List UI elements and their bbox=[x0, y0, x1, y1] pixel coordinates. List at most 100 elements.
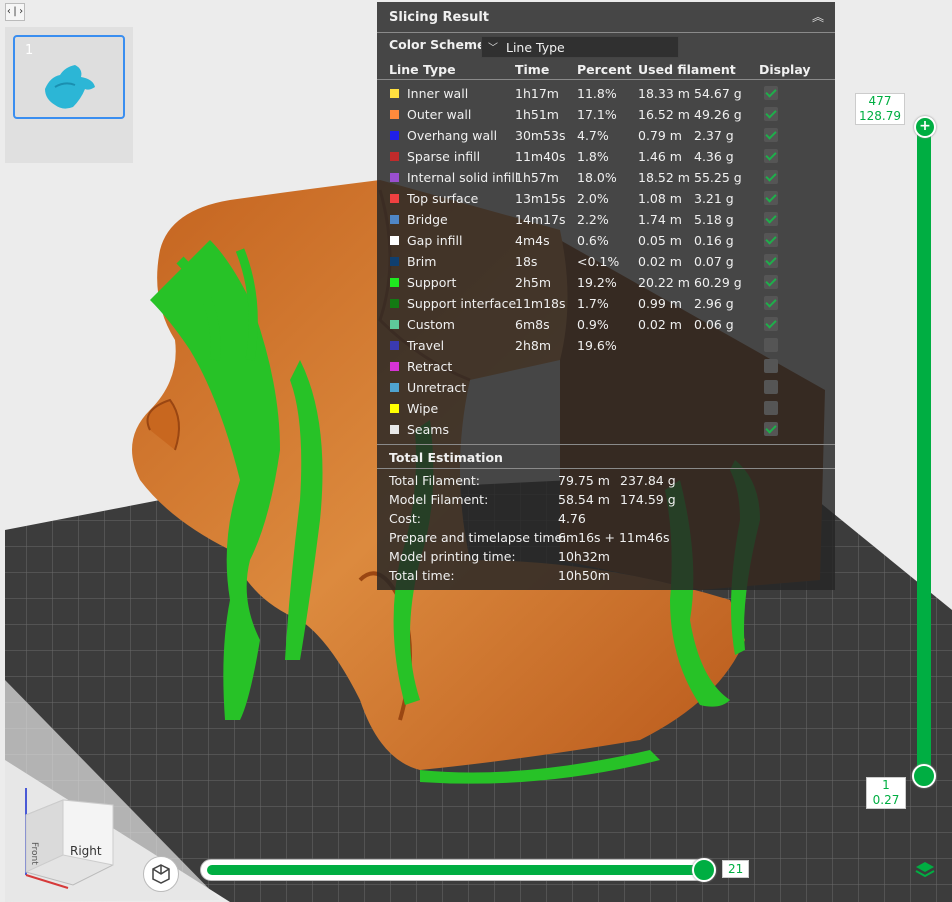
layer-slider-track[interactable] bbox=[917, 124, 931, 778]
line-weight: 0.06 g bbox=[694, 317, 734, 332]
display-checkbox[interactable] bbox=[764, 380, 778, 394]
line-length: 1.46 m bbox=[638, 149, 682, 164]
line-time: 30m53s bbox=[515, 128, 566, 143]
estimation-value: 4.76 bbox=[558, 511, 586, 526]
line-type-name: Travel bbox=[407, 338, 445, 353]
estimation-label: Model printing time: bbox=[389, 549, 516, 564]
panel-title: Slicing Result bbox=[389, 10, 490, 25]
color-swatch bbox=[390, 299, 399, 308]
layer-slider-bottom-label: 1 0.27 bbox=[866, 777, 906, 809]
header-line-type: Line Type bbox=[389, 62, 456, 77]
plate-thumbnail[interactable]: 1 bbox=[13, 35, 125, 119]
layers-icon[interactable] bbox=[913, 858, 937, 882]
display-checkbox[interactable] bbox=[764, 86, 778, 100]
plate-list: 1 bbox=[5, 27, 133, 163]
display-checkbox[interactable] bbox=[764, 233, 778, 247]
display-checkbox[interactable] bbox=[764, 212, 778, 226]
line-weight: 3.21 g bbox=[694, 191, 734, 206]
display-checkbox[interactable] bbox=[764, 401, 778, 415]
estimation-value-2: 237.84 g bbox=[620, 473, 676, 488]
top-layer-number: 477 bbox=[868, 94, 892, 108]
estimation-label: Total Filament: bbox=[389, 473, 480, 488]
line-type-row: Gap infill 4m4s 0.6% 0.05 m 0.16 g bbox=[377, 230, 835, 251]
line-type-name: Overhang wall bbox=[407, 128, 498, 143]
display-checkbox[interactable] bbox=[764, 338, 778, 352]
display-checkbox[interactable] bbox=[764, 275, 778, 289]
line-length: 1.08 m bbox=[638, 191, 682, 206]
line-type-name: Unretract bbox=[407, 380, 467, 395]
move-slider-value: 21 bbox=[722, 860, 750, 878]
line-time: 13m15s bbox=[515, 191, 566, 206]
cube-icon bbox=[152, 864, 170, 884]
divider bbox=[377, 79, 835, 80]
color-swatch bbox=[390, 362, 399, 371]
navigation-cube[interactable]: Front Right bbox=[18, 780, 138, 895]
estimation-row: Prepare and timelapse time: 6m16s + 11m46… bbox=[377, 528, 835, 547]
estimation-value: 58.54 m bbox=[558, 492, 610, 507]
estimation-row: Total time: 10h50m bbox=[377, 566, 835, 585]
line-percent: 0.6% bbox=[577, 233, 609, 248]
display-checkbox[interactable] bbox=[764, 149, 778, 163]
line-length: 0.05 m bbox=[638, 233, 682, 248]
line-type-name: Inner wall bbox=[407, 86, 469, 101]
plate-number: 1 bbox=[25, 43, 34, 58]
line-type-row: Inner wall 1h17m 11.8% 18.33 m 54.67 g bbox=[377, 83, 835, 104]
line-time: 14m17s bbox=[515, 212, 566, 227]
display-checkbox[interactable] bbox=[764, 107, 778, 121]
line-percent: 11.8% bbox=[577, 86, 617, 101]
line-type-row: Brim 18s <0.1% 0.02 m 0.07 g bbox=[377, 251, 835, 272]
line-time: 2h5m bbox=[515, 275, 552, 290]
collapse-icon[interactable]: ︽ bbox=[811, 8, 825, 25]
line-weight: 0.07 g bbox=[694, 254, 734, 269]
display-checkbox[interactable] bbox=[764, 422, 778, 436]
line-percent: 2.2% bbox=[577, 212, 609, 227]
line-type-name: Custom bbox=[407, 317, 455, 332]
sidebar-toggle-button[interactable]: ‹|› bbox=[5, 3, 25, 21]
estimation-row: Model Filament: 58.54 m 174.59 g bbox=[377, 490, 835, 509]
line-length: 20.22 m bbox=[638, 275, 690, 290]
header-used-filament: Used filament bbox=[638, 62, 736, 77]
display-checkbox[interactable] bbox=[764, 191, 778, 205]
line-type-row: Bridge 14m17s 2.2% 1.74 m 5.18 g bbox=[377, 209, 835, 230]
line-type-row: Internal solid infill 1h57m 18.0% 18.52 m 55… bbox=[377, 167, 835, 188]
line-weight: 54.67 g bbox=[694, 86, 742, 101]
bottom-layer-height: 0.27 bbox=[872, 793, 900, 807]
move-slider-handle[interactable] bbox=[692, 858, 716, 882]
color-swatch bbox=[390, 341, 399, 350]
line-type-name: Retract bbox=[407, 359, 453, 374]
line-type-row: Overhang wall 30m53s 4.7% 0.79 m 2.37 g bbox=[377, 125, 835, 146]
line-type-row: Support interface 11m18s 1.7% 0.99 m 2.96 g bbox=[377, 293, 835, 314]
line-weight: 2.96 g bbox=[694, 296, 734, 311]
estimation-value: 79.75 m bbox=[558, 473, 610, 488]
display-checkbox[interactable] bbox=[764, 296, 778, 310]
line-length: 1.74 m bbox=[638, 212, 682, 227]
line-time: 18s bbox=[515, 254, 538, 269]
color-scheme-select[interactable]: ﹀ Line Type bbox=[481, 36, 679, 58]
slicing-result-panel: Slicing Result ︽ Color Scheme ﹀ Line Typ… bbox=[377, 2, 835, 590]
line-type-name: Gap infill bbox=[407, 233, 463, 248]
display-checkbox[interactable] bbox=[764, 170, 778, 184]
display-checkbox[interactable] bbox=[764, 359, 778, 373]
line-percent: 19.2% bbox=[577, 275, 617, 290]
line-type-row: Seams bbox=[377, 419, 835, 440]
layer-slider-top-handle[interactable]: + bbox=[914, 116, 936, 138]
line-weight: 5.18 g bbox=[694, 212, 734, 227]
line-percent: 4.7% bbox=[577, 128, 609, 143]
display-checkbox[interactable] bbox=[764, 317, 778, 331]
color-swatch bbox=[390, 257, 399, 266]
divider bbox=[377, 468, 835, 469]
color-swatch bbox=[390, 110, 399, 119]
line-time: 11m40s bbox=[515, 149, 566, 164]
view-reset-button[interactable] bbox=[143, 856, 179, 892]
display-checkbox[interactable] bbox=[764, 254, 778, 268]
display-checkbox[interactable] bbox=[764, 128, 778, 142]
line-length: 16.52 m bbox=[638, 107, 690, 122]
layer-slider-bottom-handle[interactable] bbox=[912, 764, 936, 788]
header-percent: Percent bbox=[577, 62, 632, 77]
move-slider-track[interactable] bbox=[200, 859, 710, 881]
line-type-row: Support 2h5m 19.2% 20.22 m 60.29 g bbox=[377, 272, 835, 293]
line-percent: 1.7% bbox=[577, 296, 609, 311]
estimation-label: Cost: bbox=[389, 511, 422, 526]
line-time: 1h57m bbox=[515, 170, 559, 185]
color-swatch bbox=[390, 215, 399, 224]
